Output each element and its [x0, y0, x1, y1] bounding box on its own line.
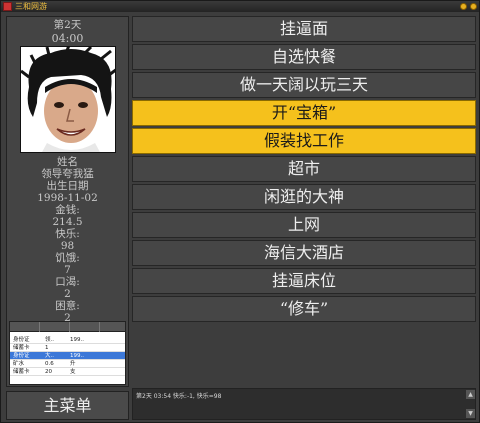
hunger-label: 饥饿: [55, 252, 80, 264]
inventory-row-selected[interactable]: 身份证 大.. 199.. [10, 352, 125, 360]
inventory-header [10, 322, 125, 332]
thirst-value: 2 [64, 288, 71, 300]
birth-label: 出生日期 [46, 180, 89, 192]
birth-value: 1998-11-02 [37, 192, 98, 204]
clock-time: 04:00 [51, 32, 84, 45]
title-bar: 三和网游 [1, 1, 479, 12]
inventory-row[interactable]: 身份证 领.. 199.. [10, 336, 125, 344]
player-portrait [20, 46, 116, 153]
scroll-up-icon[interactable]: ▲ [466, 390, 475, 399]
inventory-row[interactable]: 储蓄卡 1 [10, 344, 125, 352]
action-button-2[interactable]: 做一天阔以玩三天 [132, 72, 476, 98]
window-title: 三和网游 [15, 2, 47, 11]
action-button-0[interactable]: 挂逼面 [132, 16, 476, 42]
scroll-down-icon[interactable]: ▼ [466, 409, 475, 418]
action-button-4[interactable]: 假装找工作 [132, 128, 476, 154]
money-value: 214.5 [52, 216, 83, 228]
hunger-value: 7 [64, 264, 71, 276]
game-window: 三和网游 第2天 04:00 姓名 领导夸我猛 出生日期 1998-11-02 [0, 0, 480, 423]
action-button-10[interactable]: “修车” [132, 296, 476, 322]
close-button[interactable] [470, 3, 477, 10]
happy-value: 98 [60, 240, 75, 252]
action-button-9[interactable]: 挂逼床位 [132, 268, 476, 294]
portrait-face-icon [21, 47, 115, 152]
app-icon [3, 2, 12, 11]
happy-label: 快乐: [55, 228, 80, 240]
name-label: 姓名 [57, 156, 78, 168]
day-counter: 第2天 [53, 19, 82, 31]
action-button-3[interactable]: 开“宝箱” [132, 100, 476, 126]
event-log[interactable]: 第2天 03:54 快乐:-1, 快乐=98 ▲ ▼ [132, 388, 476, 420]
name-value: 领导夸我猛 [41, 168, 94, 180]
inventory-table[interactable]: 身份证 领.. 199.. 储蓄卡 1 身份证 大.. 199.. 矿水 0.6… [9, 321, 126, 385]
money-label: 金钱: [55, 204, 80, 216]
action-button-7[interactable]: 上网 [132, 212, 476, 238]
minimize-button[interactable] [460, 3, 467, 10]
thirst-label: 口渴: [55, 276, 80, 288]
inventory-row[interactable]: 矿水 0.6 升 [10, 360, 125, 368]
action-button-6[interactable]: 闲逛的大神 [132, 184, 476, 210]
main-menu-button[interactable]: 主菜单 [6, 391, 129, 420]
inventory-row[interactable]: 储蓄卡 20 支 [10, 368, 125, 376]
log-line: 第2天 03:54 快乐:-1, 快乐=98 [136, 393, 222, 400]
action-button-8[interactable]: 海信大酒店 [132, 240, 476, 266]
sleepy-label: 困意: [55, 300, 80, 312]
action-button-1[interactable]: 自选快餐 [132, 44, 476, 70]
status-panel: 第2天 04:00 姓名 领导夸我猛 出生日期 1998-11-02 金钱: 2… [6, 16, 129, 387]
action-button-5[interactable]: 超市 [132, 156, 476, 182]
